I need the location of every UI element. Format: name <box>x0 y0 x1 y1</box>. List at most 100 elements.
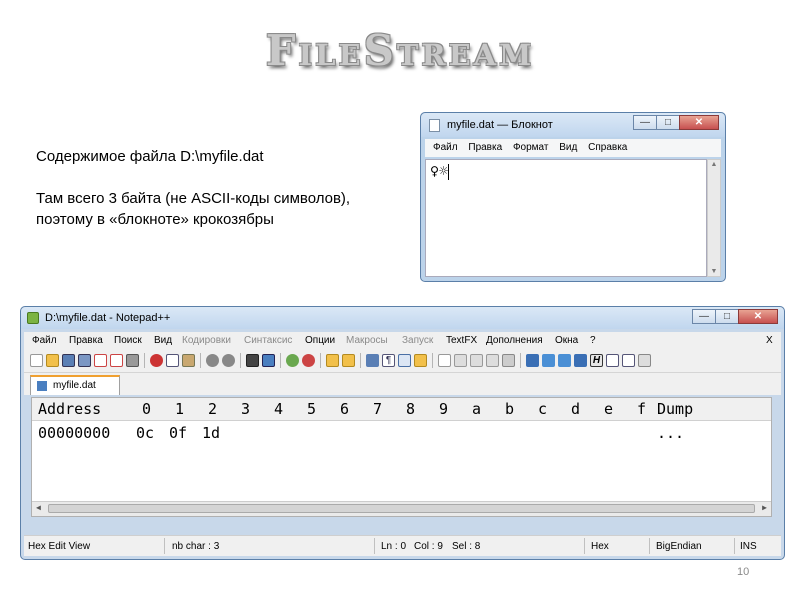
notepad-text-area[interactable]: ♀☼ <box>425 159 707 277</box>
hex-last-icon[interactable] <box>574 354 587 367</box>
horizontal-scrollbar[interactable]: ◀ ▶ <box>32 501 771 516</box>
run-macro-multiple-icon[interactable] <box>486 354 499 367</box>
compare-icon[interactable] <box>606 354 619 367</box>
hex-up-icon[interactable] <box>542 354 555 367</box>
hex-header-col: f <box>637 400 647 418</box>
scroll-left-arrow-icon[interactable]: ◀ <box>36 503 41 512</box>
hex-header-col: 8 <box>406 400 416 418</box>
scrollbar-thumb[interactable] <box>48 504 755 513</box>
menu-macros[interactable]: Макросы <box>346 335 388 346</box>
hex-editor-icon[interactable]: H <box>590 354 603 367</box>
notepadpp-app-icon[interactable] <box>27 312 39 324</box>
description-line-2: Там всего 3 байта (не ASCII-коды символо… <box>36 190 351 207</box>
notepad-titlebar[interactable]: myfile.dat — Блокнот — □ ✕ <box>421 113 725 137</box>
menu-help[interactable]: ? <box>590 335 596 346</box>
menu-format[interactable]: Формат <box>513 142 549 153</box>
menu-encoding[interactable]: Кодировки <box>182 335 231 346</box>
hex-byte[interactable]: 0c <box>136 424 154 442</box>
text-caret <box>448 163 450 180</box>
status-nb-char: nb char : 3 <box>172 541 220 552</box>
undo-icon[interactable] <box>206 354 219 367</box>
word-wrap-icon[interactable] <box>366 354 379 367</box>
sync-vertical-icon[interactable] <box>326 354 339 367</box>
close-file-icon[interactable] <box>94 354 107 367</box>
hex-byte[interactable]: 1d <box>202 424 220 442</box>
hex-down-icon[interactable] <box>558 354 571 367</box>
paste-icon[interactable] <box>182 354 195 367</box>
status-divider <box>649 538 650 554</box>
close-all-icon[interactable] <box>110 354 123 367</box>
sync-horizontal-icon[interactable] <box>342 354 355 367</box>
notepadpp-toolbar: ¶ H <box>24 350 781 373</box>
notepadpp-window: D:\myfile.dat - Notepad++ — □ ✕ Файл Пра… <box>20 306 785 560</box>
notepadpp-titlebar[interactable]: D:\myfile.dat - Notepad++ — □ ✕ <box>21 307 784 329</box>
status-ln: Ln : 0 <box>381 541 407 552</box>
hex-editor-view[interactable]: Address 0 1 2 3 4 5 6 7 8 9 a b c d e f … <box>31 397 772 517</box>
hex-header-col: e <box>604 400 614 418</box>
menu-windows[interactable]: Окна <box>555 335 578 346</box>
scroll-up-arrow-icon[interactable]: ▲ <box>708 161 720 168</box>
hex-header-col: 5 <box>307 400 317 418</box>
minimize-button[interactable]: — <box>633 115 657 130</box>
find-icon[interactable] <box>246 354 259 367</box>
show-all-characters-icon[interactable]: ¶ <box>382 354 395 367</box>
redo-icon[interactable] <box>222 354 235 367</box>
menu-syntax[interactable]: Синтаксис <box>244 335 292 346</box>
stop-macro-icon[interactable] <box>454 354 467 367</box>
print-icon[interactable] <box>126 354 139 367</box>
record-macro-icon[interactable] <box>438 354 451 367</box>
close-button[interactable]: ✕ <box>738 309 778 324</box>
scroll-right-arrow-icon[interactable]: ▶ <box>762 503 767 512</box>
zoom-in-icon[interactable] <box>286 354 299 367</box>
menu-run[interactable]: Запуск <box>402 335 433 346</box>
spell-check-icon[interactable] <box>622 354 635 367</box>
menu-search[interactable]: Поиск <box>114 335 142 346</box>
toolbar-separator <box>240 353 241 368</box>
hex-header-col: 7 <box>373 400 383 418</box>
toolbar-separator <box>280 353 281 368</box>
menu-view[interactable]: Вид <box>559 142 577 153</box>
hex-first-icon[interactable] <box>526 354 539 367</box>
save-all-icon[interactable] <box>78 354 91 367</box>
status-ins: INS <box>740 541 757 552</box>
document-map-icon[interactable] <box>414 354 427 367</box>
menu-file[interactable]: Файл <box>433 142 458 153</box>
cut-icon[interactable] <box>150 354 163 367</box>
notepad-app-icon[interactable] <box>429 119 440 132</box>
open-file-icon[interactable] <box>46 354 59 367</box>
menu-help[interactable]: Справка <box>588 142 627 153</box>
zoom-out-icon[interactable] <box>302 354 315 367</box>
save-icon[interactable] <box>62 354 75 367</box>
menu-edit[interactable]: Правка <box>468 142 502 153</box>
notepad-window-controls: — □ ✕ <box>633 115 719 130</box>
status-col: Col : 9 <box>414 541 443 552</box>
tab-myfile[interactable]: myfile.dat <box>30 375 120 395</box>
new-file-icon[interactable] <box>30 354 43 367</box>
maximize-button[interactable]: □ <box>715 309 739 324</box>
replace-icon[interactable] <box>262 354 275 367</box>
status-sel: Sel : 8 <box>452 541 481 552</box>
notepad-vertical-scrollbar[interactable]: ▲ ▼ <box>707 159 721 277</box>
scroll-down-arrow-icon[interactable]: ▼ <box>708 268 720 275</box>
hex-header-col: 9 <box>439 400 449 418</box>
menu-options[interactable]: Опции <box>305 335 335 346</box>
toolbar-overflow-icon[interactable] <box>638 354 651 367</box>
close-document-button[interactable]: X <box>766 335 773 346</box>
menu-edit[interactable]: Правка <box>69 335 103 346</box>
menu-file[interactable]: Файл <box>32 335 57 346</box>
hex-byte[interactable]: 0f <box>169 424 187 442</box>
menu-view[interactable]: Вид <box>154 335 172 346</box>
maximize-button[interactable]: □ <box>656 115 680 130</box>
play-macro-icon[interactable] <box>470 354 483 367</box>
menu-textfx[interactable]: TextFX <box>446 335 477 346</box>
notepad-title: myfile.dat — Блокнот <box>447 119 553 131</box>
close-button[interactable]: ✕ <box>679 115 719 130</box>
indent-guide-icon[interactable] <box>398 354 411 367</box>
status-divider <box>584 538 585 554</box>
menu-plugins[interactable]: Дополнения <box>486 335 543 346</box>
save-macro-icon[interactable] <box>502 354 515 367</box>
copy-icon[interactable] <box>166 354 179 367</box>
minimize-button[interactable]: — <box>692 309 716 324</box>
hex-header-dump: Dump <box>657 400 694 418</box>
hex-data-row[interactable]: 00000000 0c 0f 1d ... <box>32 422 771 444</box>
